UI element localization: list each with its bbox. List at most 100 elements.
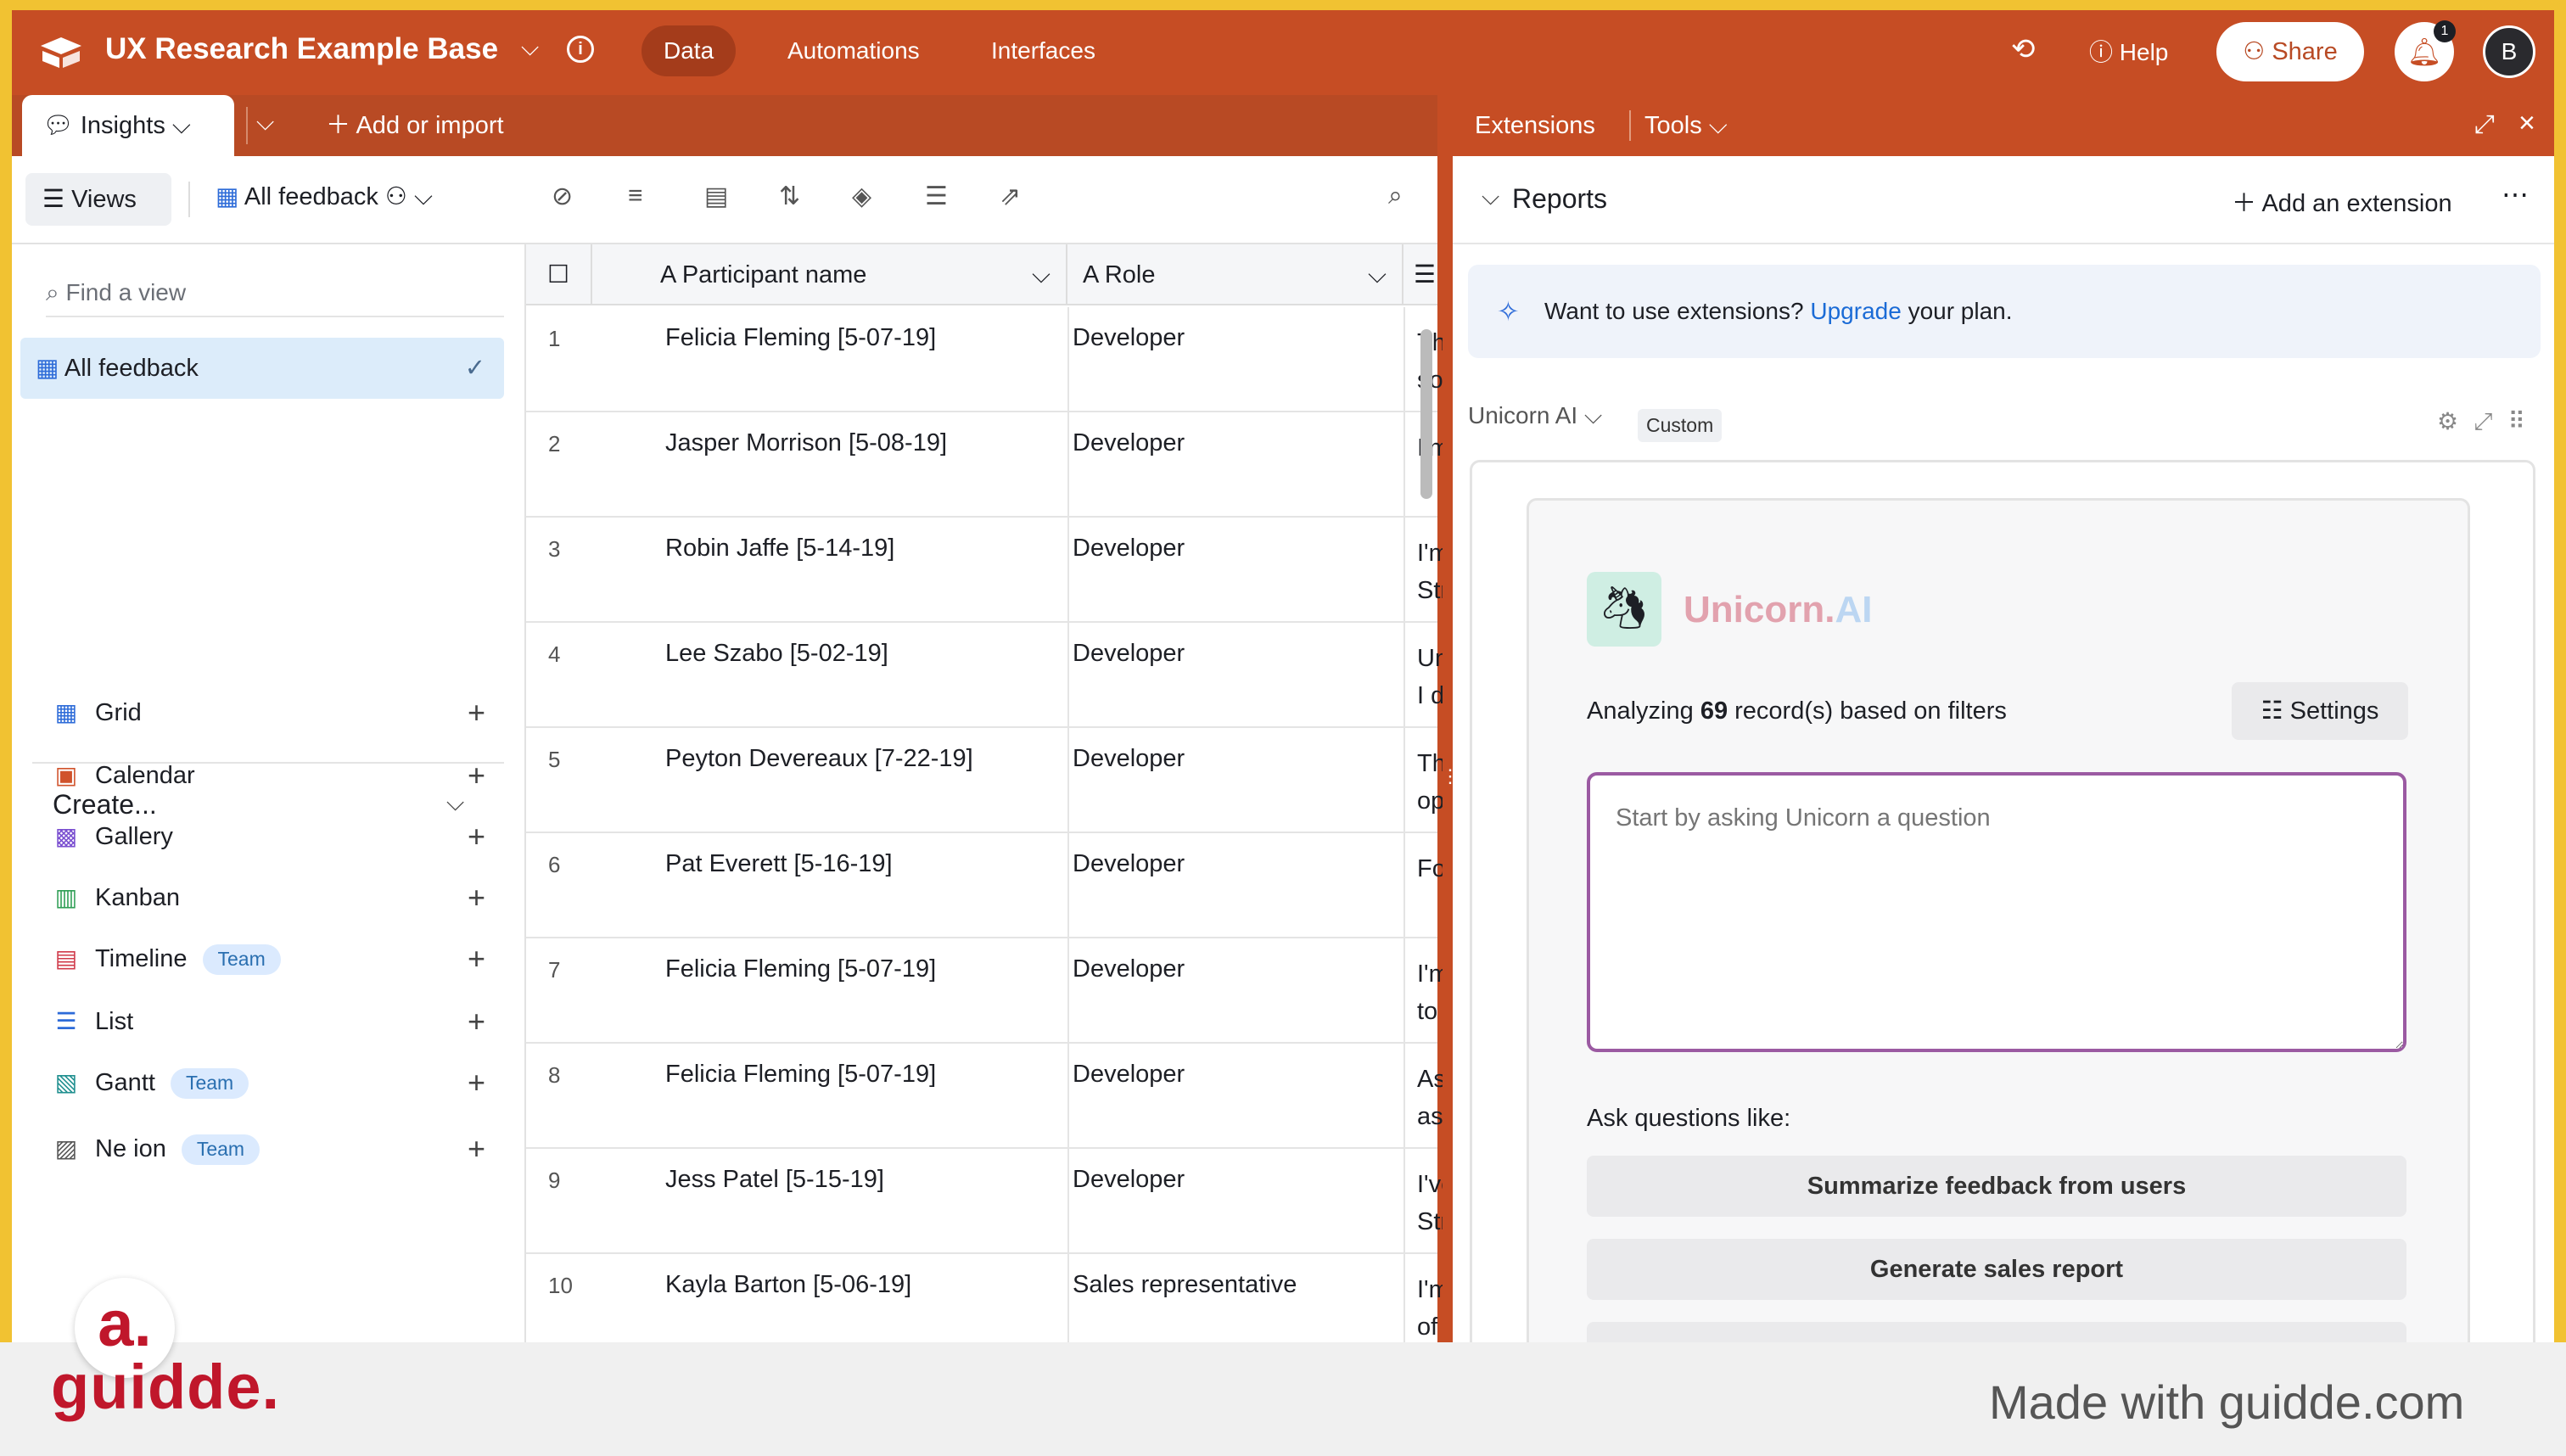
table-row[interactable]: 1Felicia Fleming [5-07-19]DeveloperTheso	[526, 307, 1443, 412]
column-header-participant-name[interactable]: A Participant name ⌵	[592, 244, 1067, 305]
current-view-button[interactable]: ▦ All feedback ⚇ ⌵	[216, 182, 433, 211]
scrollbar[interactable]	[1420, 329, 1432, 499]
info-icon[interactable]: i	[567, 36, 594, 63]
participant-name-cell[interactable]: Felicia Fleming [5-07-19]	[665, 955, 936, 983]
participant-name-cell[interactable]: Robin Jaffe [5-14-19]	[665, 535, 894, 563]
table-row[interactable]: 4 Lee Szabo [5-02-19] Developer Un I do	[526, 623, 1443, 728]
add-or-import-button[interactable]: ＋ Add or import	[326, 95, 504, 156]
feedback-cell[interactable]: I'm Str	[1417, 535, 1443, 609]
tab-insights[interactable]: 💬︎ Insights ⌵	[22, 95, 234, 156]
chevron-down-icon[interactable]: ⌵	[256, 109, 274, 137]
feedback-cell[interactable]: I've Str	[1417, 1166, 1443, 1240]
participant-name-cell[interactable]: Pat Everett [5-16-19]	[665, 850, 893, 878]
filter-icon[interactable]: ≡	[628, 182, 643, 210]
extension-controls[interactable]: ⚙⤢⠿	[2437, 407, 2541, 436]
role-cell[interactable]: Developer	[1073, 324, 1185, 352]
create-view-ne-ion[interactable]: ▨ Ne ion Team +	[53, 1123, 485, 1174]
feedback-cell[interactable]: As as	[1417, 1061, 1443, 1135]
column-header-role[interactable]: A Role ⌵	[1067, 244, 1403, 305]
table-row[interactable]: 7 Felicia Fleming [5-07-19] Developer I'm to…	[526, 938, 1443, 1044]
create-view-gantt[interactable]: ▧ Gantt Team +	[53, 1057, 485, 1108]
dashboard-title[interactable]: Reports	[1512, 183, 1607, 215]
participant-name-cell[interactable]: Peyton Devereaux [7-22-19]	[665, 745, 973, 773]
feedback-cell[interactable]: For	[1417, 850, 1443, 888]
participant-name-cell[interactable]: Kayla Barton [5-06-19]	[665, 1271, 911, 1299]
create-view-kanban[interactable]: ▥ Kanban +	[53, 872, 485, 923]
airtable-logo-icon[interactable]	[37, 34, 85, 70]
extension-name[interactable]: Unicorn AI ⌵	[1468, 402, 1602, 428]
feedback-cell[interactable]: I'm to b	[1417, 955, 1443, 1030]
role-cell[interactable]: Sales representative	[1073, 1271, 1297, 1299]
chevron-down-icon[interactable]: ⌵	[1482, 183, 1499, 211]
table-row[interactable]: 3 Robin Jaffe [5-14-19] Developer I'm Str	[526, 518, 1443, 623]
table-row[interactable]: 9 Jess Patel [5-15-19] Developer I've Str	[526, 1149, 1443, 1254]
plus-icon[interactable]: +	[468, 996, 485, 1047]
search-icon[interactable]: ⌕	[1388, 182, 1403, 210]
drag-handle-icon[interactable]: ⠿	[2507, 408, 2541, 434]
feedback-cell[interactable]: I'm of t	[1417, 1271, 1443, 1342]
expand-icon[interactable]: ⤢	[2474, 408, 2507, 434]
hide-fields-icon[interactable]: ⊘	[552, 182, 573, 211]
find-view-input[interactable]: ⌕ Find a view	[46, 268, 504, 317]
role-cell[interactable]: Developer	[1073, 1061, 1185, 1089]
gear-icon[interactable]: ⚙	[2437, 408, 2474, 434]
settings-button[interactable]: ☷ Settings	[2232, 682, 2408, 740]
upgrade-link[interactable]: Upgrade	[1810, 298, 1901, 324]
plus-icon[interactable]: +	[468, 687, 485, 738]
table-row[interactable]: 8 Felicia Fleming [5-07-19] Developer As as	[526, 1044, 1443, 1149]
tools-menu[interactable]: Tools ⌵	[1644, 112, 1728, 140]
history-icon[interactable]: ⟲	[2011, 32, 2036, 66]
table-row[interactable]: 6 Pat Everett [5-16-19] Developer For	[526, 833, 1443, 938]
role-cell[interactable]: Developer	[1073, 535, 1185, 563]
participant-name-cell[interactable]: Lee Szabo [5-02-19]	[665, 640, 888, 668]
sort-icon[interactable]: ⇅	[779, 182, 800, 211]
plus-icon[interactable]: +	[468, 1057, 485, 1108]
participant-name-cell[interactable]: Jasper Morrison [5-08-19]	[665, 429, 947, 457]
suggestion-button[interactable]: Generate sales report	[1587, 1239, 2406, 1300]
close-icon[interactable]: ×	[2518, 107, 2535, 140]
create-view-grid[interactable]: ▦ Grid +	[53, 687, 485, 738]
extensions-tab[interactable]: Extensions	[1475, 112, 1595, 140]
chevron-down-icon[interactable]: ⌵	[521, 34, 539, 62]
role-cell[interactable]: Developer	[1073, 955, 1185, 983]
help-button[interactable]: ⓘ Help	[2089, 29, 2168, 76]
select-all-checkbox[interactable]: ☐	[526, 244, 592, 305]
question-input[interactable]	[1587, 772, 2406, 1052]
sidebar-item-all-feedback[interactable]: ▦ All feedback ✓	[20, 338, 504, 399]
plus-icon[interactable]: +	[468, 811, 485, 862]
base-title[interactable]: UX Research Example Base	[105, 32, 498, 66]
role-cell[interactable]: Developer	[1073, 640, 1185, 668]
suggestion-button[interactable]: Analyze survey responses	[1587, 1322, 2406, 1342]
participant-name-cell[interactable]: Felicia Fleming [5-07-19]	[665, 324, 936, 352]
resize-handle-icon[interactable]: ⋮	[1441, 765, 1459, 799]
role-cell[interactable]: Developer	[1073, 745, 1185, 773]
views-button[interactable]: ☰ Views	[25, 173, 171, 226]
role-cell[interactable]: Developer	[1073, 429, 1185, 457]
table-row[interactable]: 10 Kayla Barton [5-06-19] Sales representa…	[526, 1254, 1443, 1342]
long-text-field-icon[interactable]: ☰	[1403, 244, 1437, 305]
feedback-cell[interactable]: The opi	[1417, 745, 1443, 820]
plus-icon[interactable]: +	[468, 1123, 485, 1174]
tab-data[interactable]: Data	[642, 25, 737, 76]
create-view-gallery[interactable]: ▩ Gallery +	[53, 811, 485, 862]
participant-name-cell[interactable]: Felicia Fleming [5-07-19]	[665, 1061, 936, 1089]
plus-icon[interactable]: +	[468, 933, 485, 984]
more-options-icon[interactable]: ⋯	[2502, 178, 2529, 210]
plus-icon[interactable]: +	[468, 872, 485, 923]
create-view-timeline[interactable]: ▤ Timeline Team +	[53, 933, 485, 984]
tab-automations[interactable]: Automations	[765, 25, 942, 76]
group-icon[interactable]: ▤	[704, 182, 728, 211]
share-view-icon[interactable]: ⇗	[1000, 182, 1021, 211]
feedback-cell[interactable]: Un I do	[1417, 640, 1443, 714]
table-row[interactable]: 2Jasper Morrison [5-08-19]DeveloperI'm	[526, 412, 1443, 518]
participant-name-cell[interactable]: Jess Patel [5-15-19]	[665, 1166, 884, 1194]
expand-icon[interactable]: ⤢	[2474, 110, 2495, 139]
role-cell[interactable]: Developer	[1073, 850, 1185, 878]
table-row[interactable]: 5 Peyton Devereaux [7-22-19] Developer The o…	[526, 728, 1443, 833]
role-cell[interactable]: Developer	[1073, 1166, 1185, 1194]
tab-interfaces[interactable]: Interfaces	[969, 25, 1118, 76]
row-height-icon[interactable]: ☰	[925, 182, 948, 211]
add-extension-button[interactable]: ＋ Add an extension	[2232, 183, 2452, 219]
share-button[interactable]: ⚇ Share	[2216, 22, 2364, 81]
create-view-calendar[interactable]: ▣ Calendar +	[53, 750, 485, 801]
